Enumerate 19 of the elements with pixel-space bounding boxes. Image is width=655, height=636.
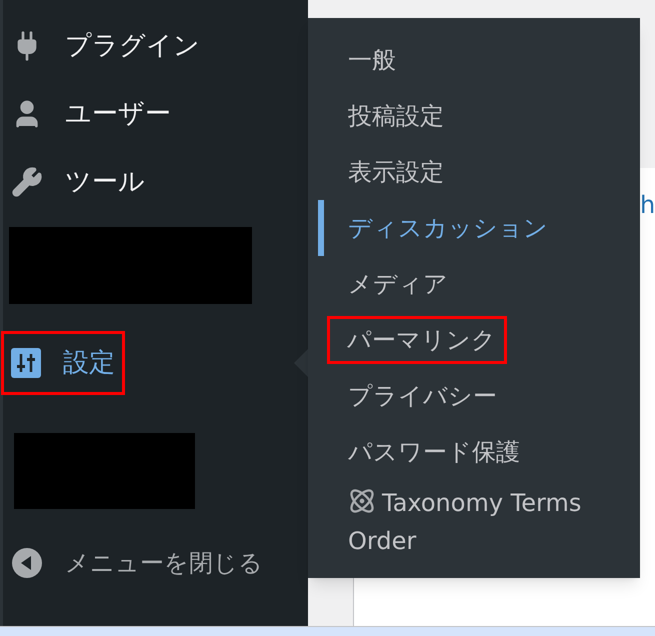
- menu-item[interactable]: プラグイン: [3, 16, 208, 76]
- sliders-icon: [11, 348, 41, 378]
- submenu-item[interactable]: 表示設定: [347, 149, 445, 195]
- submenu-item[interactable]: パスワード保護: [347, 429, 521, 475]
- wrench-icon: [11, 166, 43, 198]
- menu-item[interactable]: ユーザー: [3, 84, 179, 144]
- collapse-menu-button[interactable]: メニューを閉じる: [3, 545, 263, 581]
- submenu-item[interactable]: メディア: [347, 261, 449, 307]
- submenu-item[interactable]: 投稿設定: [347, 93, 445, 139]
- submenu-item[interactable]: ディスカッション: [347, 205, 549, 251]
- menu-item[interactable]: ツール: [3, 152, 153, 212]
- submenu-item[interactable]: 一般: [347, 37, 397, 83]
- menu-item[interactable]: 設定: [3, 333, 123, 393]
- collapse-icon: [11, 547, 43, 579]
- submenu-item[interactable]: プライバシー: [347, 373, 498, 419]
- submenu-item[interactable]: パーマリンク: [328, 317, 506, 363]
- content-link[interactable]: h: [640, 190, 655, 220]
- atom-icon: [348, 487, 376, 515]
- submenu-item[interactable]: Taxonomy Terms Order: [347, 480, 630, 564]
